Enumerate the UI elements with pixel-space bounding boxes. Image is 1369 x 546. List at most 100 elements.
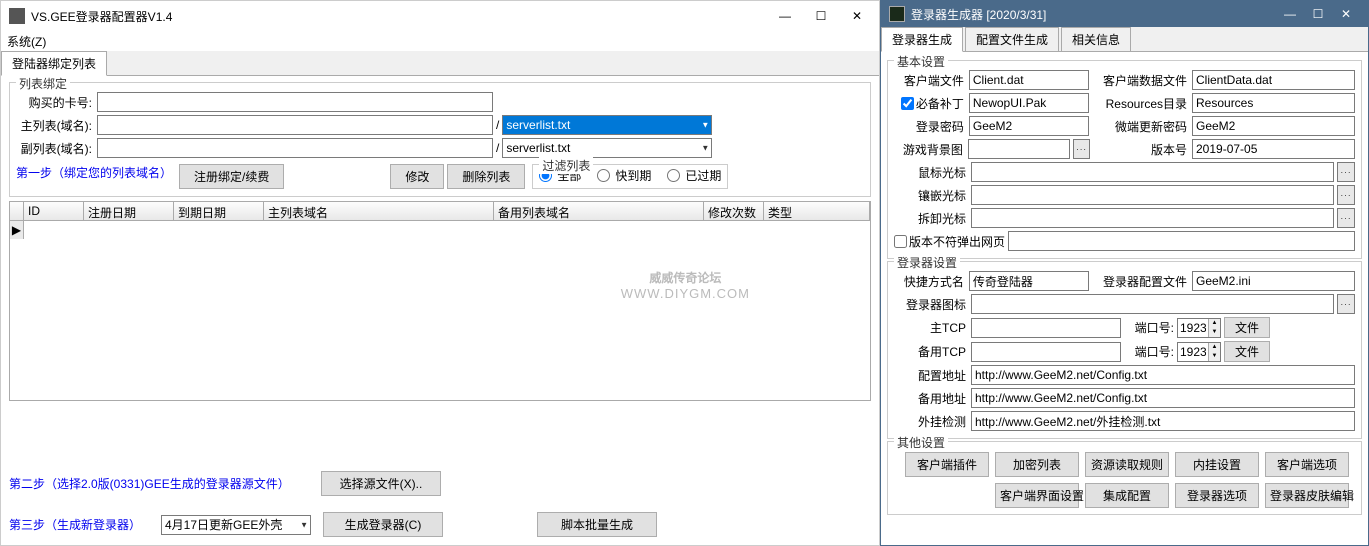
bak-addr-input[interactable] (971, 388, 1355, 408)
mouse-input[interactable] (971, 162, 1334, 182)
batch-script-button[interactable]: 脚本批量生成 (537, 512, 657, 537)
hack-input[interactable] (971, 411, 1355, 431)
col-id[interactable]: ID (24, 202, 84, 220)
client-data-input[interactable] (1192, 70, 1355, 90)
main-tcp-input[interactable] (971, 318, 1121, 338)
embed-browse-button[interactable]: ··· (1337, 185, 1355, 205)
filter-expired[interactable]: 已过期 (667, 167, 721, 184)
filter-due[interactable]: 快到期 (597, 167, 651, 184)
tab-gen-config[interactable]: 配置文件生成 (965, 27, 1059, 51)
resource-rule-button[interactable]: 资源读取规则 (1085, 452, 1169, 477)
ver-no-input[interactable] (1192, 139, 1355, 159)
pick-input[interactable] (971, 208, 1334, 228)
table-header: ID 注册日期 到期日期 主列表域名 备用列表域名 修改次数 类型 (9, 201, 871, 221)
generate-launcher-button[interactable]: 生成登录器(C) (323, 512, 443, 537)
login-pwd-label: 登录密码 (894, 118, 966, 135)
maximize-button[interactable]: ☐ (815, 10, 827, 22)
launcher-option-button[interactable]: 登录器选项 (1175, 483, 1259, 508)
maximize-button[interactable]: ☐ (1312, 8, 1324, 20)
bak-tcp-input[interactable] (971, 342, 1121, 362)
client-file-input[interactable] (969, 70, 1089, 90)
modify-button[interactable]: 修改 (390, 164, 444, 189)
patch-checkbox[interactable] (901, 97, 914, 110)
step1-link[interactable]: 第一步（绑定您的列表域名） (16, 164, 176, 181)
ver-no-label: 版本号 (1093, 141, 1189, 158)
embed-input[interactable] (971, 185, 1334, 205)
hack-label: 外挂检测 (894, 413, 968, 430)
app-icon (9, 8, 25, 24)
pop-label[interactable]: 版本不符弹出网页 (894, 233, 1005, 250)
client-option-button[interactable]: 客户端选项 (1265, 452, 1349, 477)
mouse-browse-button[interactable]: ··· (1337, 162, 1355, 182)
app-icon (889, 6, 905, 22)
bak-tcp-label: 备用TCP (894, 343, 968, 360)
port-label2: 端口号: (1124, 343, 1174, 360)
cfg-file-label: 登录器配置文件 (1092, 273, 1189, 290)
titlebar-right[interactable]: 登录器生成器 [2020/3/31] — ☐ ✕ (881, 1, 1368, 27)
main-domain-input[interactable] (97, 115, 493, 135)
icon-browse-button[interactable]: ··· (1337, 294, 1355, 314)
tab-bind-list[interactable]: 登陆器绑定列表 (1, 51, 107, 76)
titlebar-left[interactable]: VS.GEE登录器配置器V1.4 — ☐ ✕ (1, 1, 879, 31)
launcher-skin-button[interactable]: 登录器皮肤编辑 (1265, 483, 1349, 508)
window-title: 登录器生成器 [2020/3/31] (911, 6, 1284, 23)
pick-browse-button[interactable]: ··· (1337, 208, 1355, 228)
main-domain-label: 主列表(域名): (16, 117, 94, 134)
cfg-addr-input[interactable] (971, 365, 1355, 385)
pop-url-input[interactable] (1008, 231, 1355, 251)
cfg-file-input[interactable] (1192, 271, 1355, 291)
close-button[interactable]: ✕ (851, 10, 863, 22)
watermark: 威威传奇论坛 WWW.DIYGM.COM (621, 269, 750, 301)
register-bind-button[interactable]: 注册绑定/续费 (179, 164, 284, 189)
bg-browse-button[interactable]: ··· (1073, 139, 1090, 159)
minimize-button[interactable]: — (1284, 8, 1296, 20)
basic-settings-group: 基本设置 客户端文件 客户端数据文件 必备补丁 Resources目录 登录密码… (887, 60, 1362, 259)
client-ui-button[interactable]: 客户端界面设置 (995, 483, 1079, 508)
main-serverlist-select[interactable]: serverlist.txt ▼ (502, 115, 712, 135)
integrated-cfg-button[interactable]: 集成配置 (1085, 483, 1169, 508)
col-sub-domain[interactable]: 备用列表域名 (494, 202, 704, 220)
client-plugin-button[interactable]: 客户端插件 (905, 452, 989, 477)
minimize-button[interactable]: — (779, 10, 791, 22)
main-file-button[interactable]: 文件 (1224, 317, 1270, 338)
col-mod-count[interactable]: 修改次数 (704, 202, 764, 220)
sub-serverlist-select[interactable]: serverlist.txt ▼ (502, 138, 712, 158)
col-main-domain[interactable]: 主列表域名 (264, 202, 494, 220)
close-button[interactable]: ✕ (1340, 8, 1352, 20)
icon-label: 登录器图标 (894, 296, 968, 313)
micro-pwd-input[interactable] (1192, 116, 1355, 136)
step2-link[interactable]: 第二步（选择2.0版(0331)GEE生成的登录器源文件） (9, 475, 309, 492)
client-data-label: 客户端数据文件 (1092, 72, 1189, 89)
internal-hack-button[interactable]: 内挂设置 (1175, 452, 1259, 477)
col-type[interactable]: 类型 (764, 202, 870, 220)
tab-gen-launcher[interactable]: 登录器生成 (881, 27, 963, 52)
shortcut-label: 快捷方式名 (894, 273, 966, 290)
bg-img-input[interactable] (968, 139, 1070, 159)
patch-input[interactable] (969, 93, 1089, 113)
chevron-down-icon: ▼ (300, 520, 308, 529)
col-exp-date[interactable]: 到期日期 (174, 202, 264, 220)
select-source-button[interactable]: 选择源文件(X).. (321, 471, 441, 496)
icon-input[interactable] (971, 294, 1334, 314)
shell-select[interactable]: 4月17日更新GEE外壳 ▼ (161, 515, 311, 535)
main-port-spinner[interactable]: ▲▼ (1177, 318, 1221, 338)
login-pwd-input[interactable] (969, 116, 1089, 136)
step3-link[interactable]: 第三步（生成新登录器） (9, 516, 149, 533)
bak-port-spinner[interactable]: ▲▼ (1177, 342, 1221, 362)
res-dir-input[interactable] (1192, 93, 1355, 113)
login-settings-group: 登录器设置 快捷方式名 登录器配置文件 登录器图标 ··· 主TCP 端口号: … (887, 261, 1362, 439)
table-body[interactable]: ▶ 威威传奇论坛 WWW.DIYGM.COM (9, 221, 871, 401)
sub-domain-input[interactable] (97, 138, 493, 158)
tab-info[interactable]: 相关信息 (1061, 27, 1131, 51)
delete-list-button[interactable]: 删除列表 (447, 164, 525, 189)
launcher-generator-window: 登录器生成器 [2020/3/31] — ☐ ✕ 登录器生成 配置文件生成 相关… (880, 0, 1369, 546)
menu-system[interactable]: 系统(Z) (7, 35, 46, 49)
col-reg-date[interactable]: 注册日期 (84, 202, 174, 220)
pick-label: 拆卸光标 (894, 210, 968, 227)
pop-checkbox[interactable] (894, 235, 907, 248)
patch-label[interactable]: 必备补丁 (894, 95, 966, 112)
card-input[interactable] (97, 92, 493, 112)
encrypt-list-button[interactable]: 加密列表 (995, 452, 1079, 477)
shortcut-input[interactable] (969, 271, 1089, 291)
bak-file-button[interactable]: 文件 (1224, 341, 1270, 362)
